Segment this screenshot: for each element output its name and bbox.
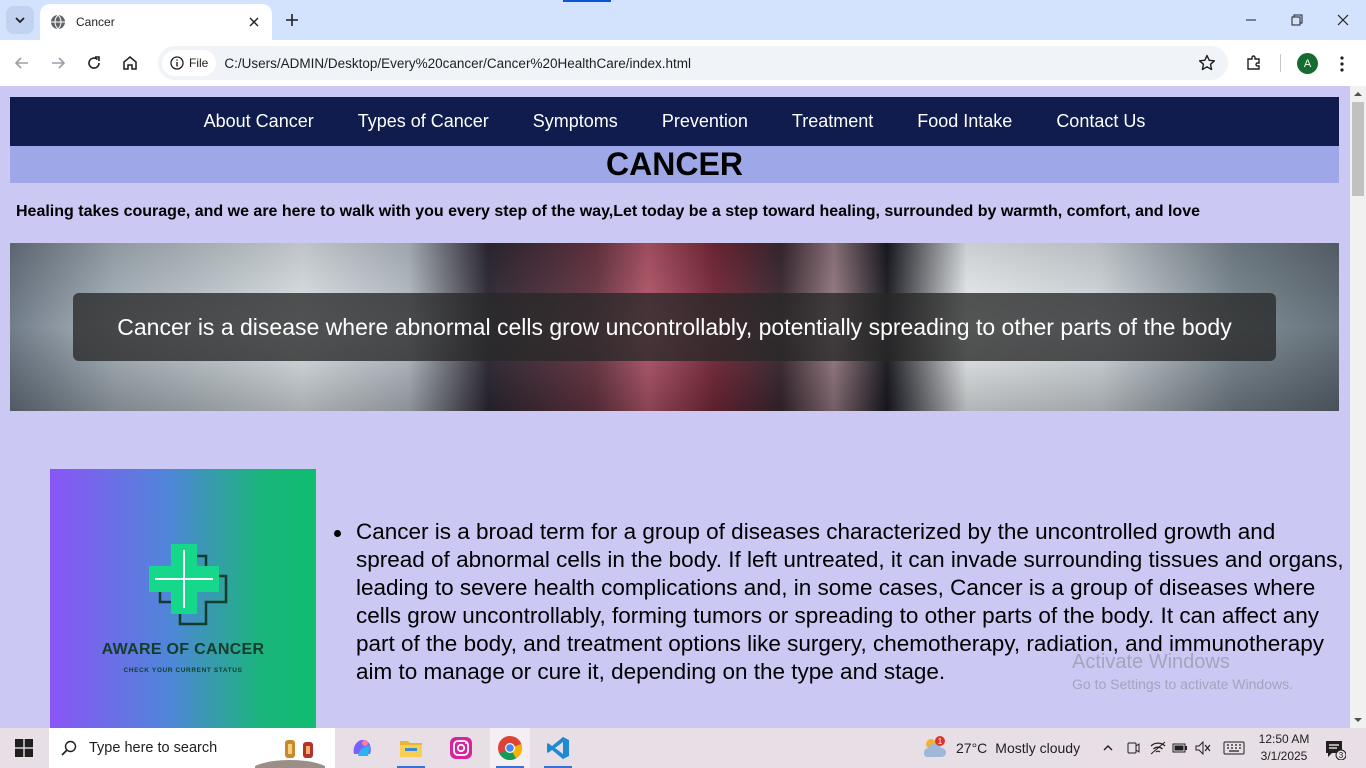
restore-icon (1291, 14, 1303, 26)
plus-icon (286, 14, 298, 26)
restore-button[interactable] (1274, 0, 1320, 40)
nav-about-cancer[interactable]: About Cancer (204, 111, 314, 132)
hero-image: Cancer is a disease where abnormal cells… (10, 243, 1339, 411)
aware-of-cancer-logo: AWARE OF CANCER CHECK YOUR CURRENT STATU… (50, 469, 316, 728)
tab-search-button[interactable] (6, 6, 34, 34)
meet-now-icon[interactable] (1125, 740, 1141, 756)
activate-windows-watermark: Activate Windows Go to Settings to activ… (1072, 651, 1293, 692)
site-info-chip[interactable]: File (162, 50, 217, 76)
weather-temperature: 27°C (956, 740, 988, 756)
page-title: CANCER (10, 146, 1339, 183)
copilot-icon (353, 739, 371, 756)
nav-prevention[interactable]: Prevention (662, 111, 748, 132)
volume-muted-icon[interactable] (1195, 740, 1211, 756)
weather-badge: 1 (938, 737, 943, 746)
scrollbar-thumb[interactable] (1352, 102, 1364, 196)
battery-icon[interactable] (1172, 740, 1188, 756)
browser-menu-button[interactable] (1336, 53, 1348, 75)
notification-center-button[interactable]: 3 (1324, 738, 1347, 761)
globe-icon (51, 14, 65, 30)
close-tab-icon[interactable] (246, 14, 262, 30)
vscode-icon (547, 737, 569, 759)
more-vert-icon (1340, 56, 1344, 72)
extensions-button[interactable] (1242, 51, 1266, 75)
notification-icon: 3 (1326, 741, 1347, 761)
weather-description: Mostly cloudy (995, 740, 1081, 756)
taskbar: Type here to search 1 27°C Mostly cloudy (0, 728, 1366, 768)
address-bar[interactable]: File C:/Users/ADMIN/Desktop/Every%20canc… (158, 46, 1228, 80)
folder-icon (400, 741, 422, 757)
close-icon (1337, 14, 1349, 26)
tagline: Healing takes courage, and we are here t… (16, 203, 1200, 220)
url-text[interactable]: C:/Users/ADMIN/Desktop/Every%20cancer/Ca… (224, 56, 1192, 71)
hero-caption: Cancer is a disease where abnormal cells… (73, 293, 1276, 361)
start-button[interactable] (0, 728, 48, 768)
page-viewport: About Cancer Types of Cancer Symptoms Pr… (0, 86, 1350, 728)
show-hidden-icons-button[interactable] (1100, 740, 1116, 756)
windows-logo-icon (15, 739, 33, 757)
weather-widget[interactable]: 1 27°C Mostly cloudy (920, 728, 1080, 768)
arrow-left-icon (14, 57, 28, 69)
watermark-subtitle: Go to Settings to activate Windows. (1072, 676, 1293, 692)
notification-count: 3 (1339, 751, 1344, 760)
reload-icon (88, 56, 100, 69)
reload-button[interactable] (80, 49, 108, 77)
taskbar-file-explorer[interactable] (391, 728, 431, 768)
new-tab-button[interactable] (280, 8, 304, 32)
minimize-icon (1246, 19, 1256, 21)
nav-symptoms[interactable]: Symptoms (533, 111, 618, 132)
keyboard-layout-icon[interactable] (1222, 740, 1246, 756)
taskbar-vscode[interactable] (538, 728, 578, 768)
cloudy-weather-icon: 1 (923, 736, 947, 757)
profile-avatar[interactable]: A (1297, 53, 1318, 74)
search-placeholder: Type here to search (89, 740, 218, 756)
taskbar-chrome[interactable] (490, 728, 530, 768)
clock-date: 3/1/2025 (1260, 749, 1308, 763)
taskbar-copilot[interactable] (342, 728, 382, 768)
scroll-down-arrow-icon[interactable] (1354, 716, 1362, 724)
forward-button[interactable] (44, 49, 72, 77)
list-bullet (334, 530, 341, 537)
watermark-title: Activate Windows (1072, 651, 1230, 673)
close-window-button[interactable] (1320, 0, 1366, 40)
chip-label: File (189, 56, 209, 70)
nav-types-of-cancer[interactable]: Types of Cancer (358, 111, 489, 132)
arrow-right-icon (52, 57, 66, 69)
nav-treatment[interactable]: Treatment (792, 111, 873, 132)
taskbar-search-box[interactable]: Type here to search (49, 728, 335, 768)
minimize-button[interactable] (1228, 0, 1274, 40)
instagram-icon (450, 737, 472, 759)
site-navbar: About Cancer Types of Cancer Symptoms Pr… (10, 97, 1339, 146)
browser-toolbar: File C:/Users/ADMIN/Desktop/Every%20canc… (0, 40, 1366, 86)
chevron-down-icon (15, 17, 25, 24)
clock-time: 12:50 AM (1258, 732, 1310, 746)
bookmark-star-icon[interactable] (1192, 48, 1222, 78)
medical-cross-icon (149, 544, 228, 626)
scroll-up-arrow-icon[interactable] (1354, 90, 1362, 98)
chevron-up-icon (1103, 745, 1113, 751)
tab-title: Cancer (76, 15, 115, 29)
home-button[interactable] (116, 49, 144, 77)
back-button[interactable] (8, 49, 36, 77)
info-icon (170, 56, 184, 70)
tab-strip: Cancer (0, 0, 1366, 40)
network-icon[interactable] (1150, 740, 1166, 756)
logo-subtitle: CHECK YOUR CURRENT STATUS (123, 667, 243, 674)
home-icon (123, 56, 137, 70)
nav-contact-us[interactable]: Contact Us (1056, 111, 1145, 132)
puzzle-icon (1247, 55, 1260, 70)
toolbar-separator (1280, 54, 1281, 72)
taskbar-instagram[interactable] (441, 728, 481, 768)
system-clock[interactable]: 12:50 AM 3/1/2025 (1252, 731, 1316, 765)
chrome-icon (498, 736, 523, 761)
tab-indicator (563, 0, 611, 2)
lanterns-icon (255, 740, 325, 768)
page-scrollbar[interactable] (1350, 86, 1366, 728)
browser-tab[interactable]: Cancer (40, 4, 272, 40)
nav-food-intake[interactable]: Food Intake (917, 111, 1012, 132)
logo-title: AWARE OF CANCER (101, 641, 265, 658)
search-icon (61, 740, 77, 756)
